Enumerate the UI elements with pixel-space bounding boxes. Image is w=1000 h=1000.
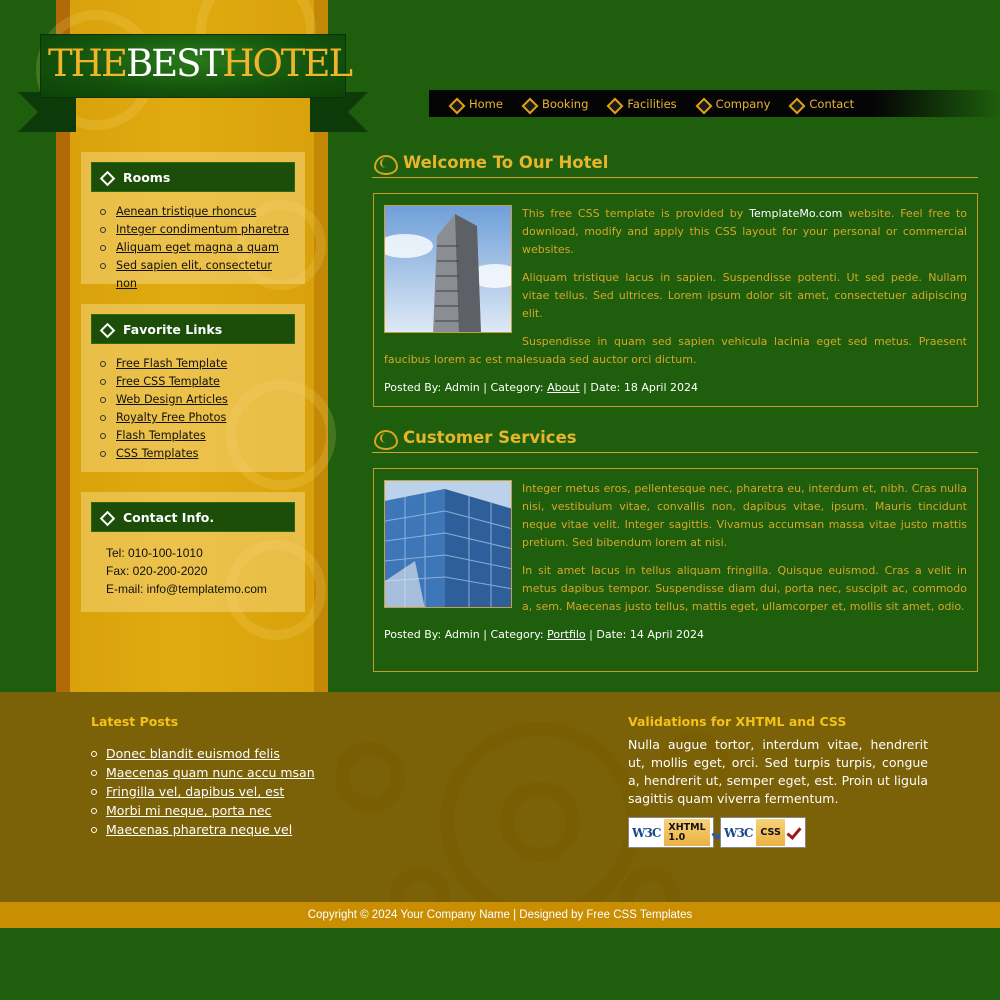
latest-post-link[interactable]: Maecenas pharetra neque vel [106, 822, 292, 837]
xhtml-valid-badge[interactable]: W3C XHTML 1.0 [628, 817, 714, 848]
list-item: Fringilla vel, dapibus vel, est [91, 782, 315, 801]
checkmark-icon [711, 825, 713, 841]
list-item: Integer condimentum pharetra [100, 221, 295, 239]
list-item: Free Flash Template [100, 355, 295, 373]
latest-post-link[interactable]: Maecenas quam nunc accu msan [106, 765, 315, 780]
list-item: Donec blandit euismod felis [91, 744, 315, 763]
list-item: Maecenas pharetra neque vel [91, 820, 315, 839]
section-title: Welcome To Our Hotel [372, 148, 978, 178]
favorite-link[interactable]: Web Design Articles [116, 393, 228, 406]
nav-facilities[interactable]: Facilities [607, 97, 676, 111]
post-customer-services: Integer metus eros, pellentesque nec, ph… [373, 468, 978, 672]
rooms-link[interactable]: Integer condimentum pharetra [116, 223, 289, 236]
contact-fax: Fax: 020-200-2020 [106, 564, 208, 578]
latest-post-link[interactable]: Morbi mi neque, porta nec [106, 803, 271, 818]
latest-post-link[interactable]: Donec blandit euismod felis [106, 746, 280, 761]
favorite-links-header: Favorite Links [91, 314, 295, 344]
diamond-bullet-icon [100, 171, 112, 183]
main-nav: Home Booking Facilities Company Contact [429, 90, 1000, 117]
latest-post-link[interactable]: Fringilla vel, dapibus vel, est [106, 784, 284, 799]
list-item: Aliquam eget magna a quam [100, 239, 295, 257]
favorite-link[interactable]: Flash Templates [116, 429, 206, 442]
diamond-bullet-icon [100, 511, 112, 523]
post-meta: Posted By: Admin | Category: About | Dat… [384, 381, 698, 394]
validations-title: Validations for XHTML and CSS [628, 714, 847, 729]
diamond-bullet-icon [522, 98, 534, 110]
rooms-header: Rooms [91, 162, 295, 192]
nav-company[interactable]: Company [696, 97, 771, 111]
contact-email: E-mail: info@templatemo.com [106, 582, 267, 596]
validations-text: Nulla augue tortor, interdum vitae, hend… [628, 737, 928, 806]
lotus-icon [372, 152, 399, 175]
site-logo[interactable]: THEBESTHOTEL [48, 42, 353, 85]
rooms-link[interactable]: Aliquam eget magna a quam [116, 241, 279, 254]
favorite-link[interactable]: Royalty Free Photos [116, 411, 226, 424]
favorite-links-box: Favorite Links Free Flash Template Free … [81, 304, 305, 472]
diamond-bullet-icon [789, 98, 801, 110]
glass-building-photo [384, 480, 512, 608]
list-item: Royalty Free Photos [100, 409, 295, 427]
logo-banner: THEBESTHOTEL [18, 34, 368, 134]
diamond-bullet-icon [449, 98, 461, 110]
post-meta: Posted By: Admin | Category: Portfilo | … [384, 628, 704, 641]
nav-booking[interactable]: Booking [522, 97, 588, 111]
diamond-bullet-icon [696, 98, 708, 110]
contact-info-header: Contact Info. [91, 502, 295, 532]
list-item: Web Design Articles [100, 391, 295, 409]
favorite-link[interactable]: CSS Templates [116, 447, 198, 460]
rooms-link[interactable]: Aenean tristique rhoncus [116, 205, 256, 218]
list-item: Aenean tristique rhoncus [100, 203, 295, 221]
contact-info-box: Contact Info. Tel: 010-100-1010 Fax: 020… [81, 492, 305, 612]
copyright-bar: Copyright © 2024 Your Company Name | Des… [0, 902, 1000, 928]
diamond-bullet-icon [607, 98, 619, 110]
favorite-links-list: Free Flash Template Free CSS Template We… [91, 355, 295, 463]
rooms-list: Aenean tristique rhoncus Integer condime… [91, 203, 295, 293]
css-valid-badge[interactable]: W3C CSS [720, 817, 806, 848]
nav-home[interactable]: Home [449, 97, 503, 111]
diamond-bullet-icon [100, 323, 112, 335]
nav-contact[interactable]: Contact [789, 97, 854, 111]
rooms-box: Rooms Aenean tristique rhoncus Integer c… [81, 152, 305, 290]
category-link[interactable]: About [547, 381, 580, 394]
list-item: Sed sapien elit, consectetur non [100, 257, 295, 293]
latest-posts-list: Donec blandit euismod felis Maecenas qua… [91, 744, 315, 839]
contact-tel: Tel: 010-100-1010 [106, 546, 203, 560]
section-title: Customer Services [372, 423, 978, 453]
checkmark-icon [786, 825, 802, 841]
latest-posts-title: Latest Posts [91, 714, 179, 729]
favorite-link[interactable]: Free Flash Template [116, 357, 227, 370]
favorite-link[interactable]: Free CSS Template [116, 375, 220, 388]
copyright-text: Copyright © 2024 Your Company Name | Des… [307, 909, 693, 921]
rooms-link[interactable]: Sed sapien elit, consectetur non [116, 259, 272, 290]
post-welcome: This free CSS template is provided by Te… [373, 193, 978, 407]
list-item: Free CSS Template [100, 373, 295, 391]
list-item: Maecenas quam nunc accu msan [91, 763, 315, 782]
building-photo [384, 205, 512, 333]
list-item: CSS Templates [100, 445, 295, 463]
list-item: Flash Templates [100, 427, 295, 445]
category-link[interactable]: Portfilo [547, 628, 586, 641]
list-item: Morbi mi neque, porta nec [91, 801, 315, 820]
templatemo-link[interactable]: TemplateMo.com [749, 207, 842, 220]
lotus-icon [372, 427, 399, 450]
